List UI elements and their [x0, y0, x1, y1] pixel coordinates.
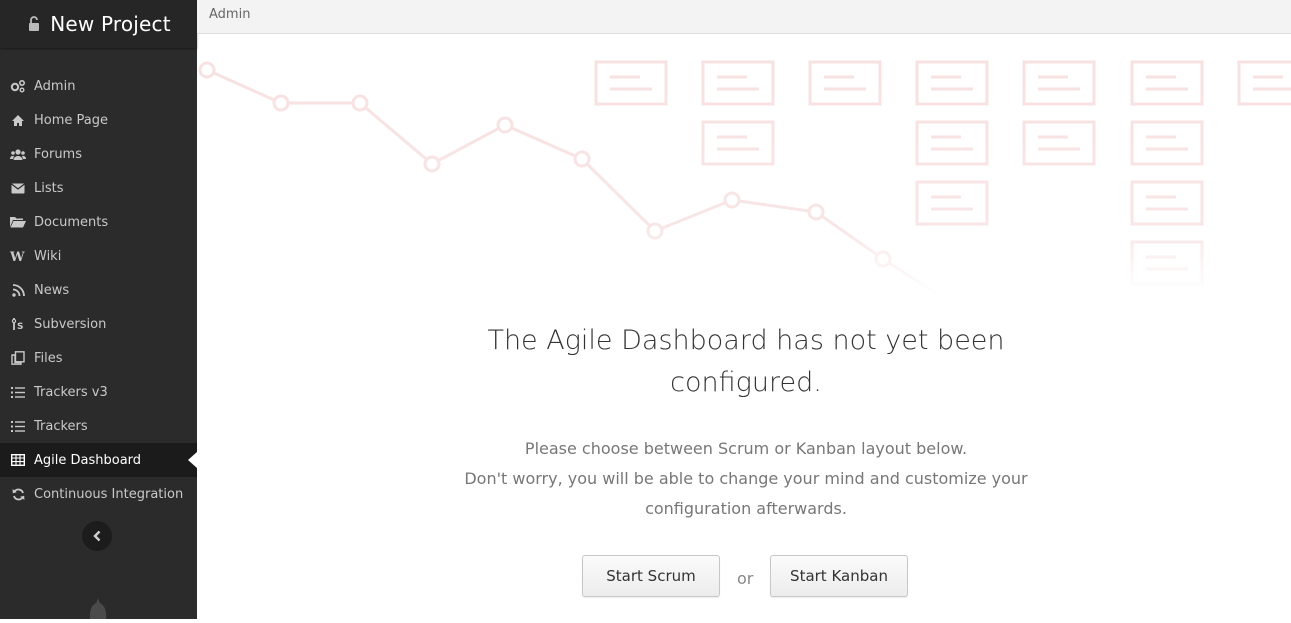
sidebar-item-label: Subversion: [34, 316, 107, 332]
sidebar-item-label: Files: [34, 350, 63, 366]
sidebar-item-label: Trackers v3: [34, 384, 108, 400]
sidebar-item-label: Lists: [34, 180, 64, 196]
files-icon: [10, 351, 26, 365]
sidebar-item-label: Documents: [34, 214, 109, 230]
svn-icon: S: [10, 317, 26, 331]
list-icon: [10, 419, 26, 433]
agile-illustration: [197, 34, 1291, 296]
project-title: New Project: [50, 12, 171, 36]
project-nav: Admin Home Page Forums Lists Documents W…: [0, 69, 197, 511]
sidebar-item-label: Wiki: [34, 248, 62, 264]
home-icon: [10, 113, 26, 127]
sidebar-item-documents[interactable]: Documents: [0, 205, 197, 239]
sidebar-item-news[interactable]: News: [0, 273, 197, 307]
list-icon: [10, 385, 26, 399]
sidebar-item-home-page[interactable]: Home Page: [0, 103, 197, 137]
breadcrumb[interactable]: Admin: [209, 7, 250, 22]
svg-text:S: S: [17, 322, 23, 331]
sidebar-item-subversion[interactable]: S Subversion: [0, 307, 197, 341]
cogs-icon: [10, 79, 26, 93]
sidebar-item-label: Continuous Integration: [34, 486, 184, 502]
empty-state-title: The Agile Dashboard has not yet been con…: [487, 325, 1005, 398]
sidebar-item-label: Agile Dashboard: [34, 452, 142, 468]
sidebar: New Project Admin Home Page Forums Lists: [0, 0, 197, 619]
folder-open-icon: [10, 215, 26, 229]
unlock-icon: [26, 14, 42, 34]
sidebar-item-label: Trackers: [34, 418, 88, 434]
chevron-left-icon: [92, 527, 102, 546]
sidebar-item-trackers-v3[interactable]: Trackers v3: [0, 375, 197, 409]
collapse-sidebar-button[interactable]: [82, 521, 112, 551]
table-icon: [10, 453, 26, 467]
sidebar-item-label: Home Page: [34, 112, 108, 128]
wiki-icon: W: [10, 249, 26, 263]
or-separator: or: [737, 569, 754, 588]
sidebar-item-continuous-integration[interactable]: Continuous Integration: [0, 477, 197, 511]
sidebar-item-trackers[interactable]: Trackers: [0, 409, 197, 443]
top-bar: Admin: [197, 0, 1291, 34]
sidebar-item-admin[interactable]: Admin: [0, 69, 197, 103]
sidebar-item-lists[interactable]: Lists: [0, 171, 197, 205]
start-kanban-button[interactable]: Start Kanban: [770, 555, 908, 597]
sidebar-item-label: News: [34, 282, 70, 298]
users-icon: [10, 147, 26, 161]
envelope-icon: [10, 181, 26, 195]
sidebar-item-wiki[interactable]: W Wiki: [0, 239, 197, 273]
svg-text:W: W: [10, 250, 25, 262]
empty-state-description: Please choose between Scrum or Kanban la…: [446, 434, 1046, 524]
refresh-icon: [10, 487, 26, 501]
rss-icon: [10, 283, 26, 297]
empty-state-line-1: Please choose between Scrum or Kanban la…: [524, 439, 968, 458]
sidebar-item-files[interactable]: Files: [0, 341, 197, 375]
sidebar-item-label: Forums: [34, 146, 82, 162]
project-header[interactable]: New Project: [0, 0, 197, 48]
tuleap-logo-icon: [87, 598, 109, 619]
sidebar-item-label: Admin: [34, 78, 76, 94]
sidebar-item-agile-dashboard[interactable]: Agile Dashboard: [0, 443, 197, 477]
sidebar-item-forums[interactable]: Forums: [0, 137, 197, 171]
empty-state-line-2: Don't worry, you will be able to change …: [464, 469, 1028, 518]
start-scrum-button[interactable]: Start Scrum: [582, 555, 720, 597]
